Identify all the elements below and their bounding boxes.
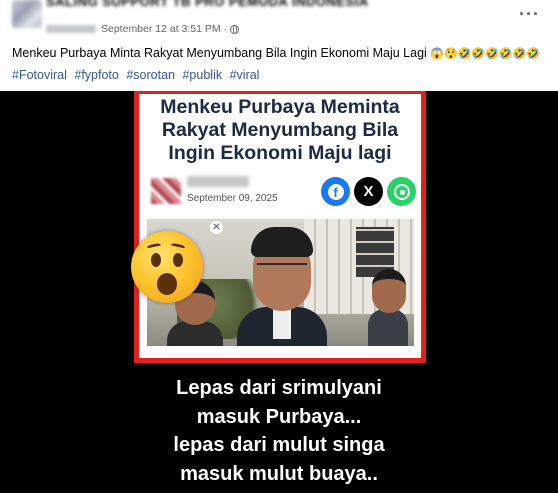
post-meta: September 12 at 3:51 PM · <box>46 23 240 35</box>
article-meta-row: September 09, 2025 f X <box>147 174 417 208</box>
hashtag-list: #Fotoviral #fypfoto #sorotan #publik #vi… <box>12 68 263 82</box>
facebook-icon: f <box>321 177 350 206</box>
article-date: September 09, 2025 <box>187 193 278 204</box>
person-main <box>237 227 327 346</box>
person-right <box>368 269 408 346</box>
more-horizontal-icon[interactable]: ··· <box>519 5 540 23</box>
post-caption: Menkeu Purbaya Minta Rakyat Menyumbang B… <box>12 46 540 60</box>
overlay-line: Lepas dari srimulyani <box>176 377 382 399</box>
redacted-segment <box>46 25 96 33</box>
hashtag-link[interactable]: #publik <box>182 68 222 82</box>
hashtag-link[interactable]: #sorotan <box>126 68 175 82</box>
post-header: SALING SUPPORT TB PRO PEMUDA INDONESIA S… <box>0 0 558 42</box>
redacted-author <box>187 176 249 187</box>
close-icon: ✕ <box>210 221 223 234</box>
page-name[interactable]: SALING SUPPORT TB PRO PEMUDA INDONESIA <box>46 0 369 9</box>
overlay-line: masuk mulut buaya.. <box>180 462 378 485</box>
overlay-line: lepas dari mulut singa <box>173 434 385 456</box>
publisher-logo <box>151 178 181 204</box>
caption-text: Menkeu Purbaya Minta Rakyat Menyumbang B… <box>12 46 427 60</box>
meta-separator: · <box>223 23 228 35</box>
post-video[interactable]: Menkeu Purbaya Meminta Rakyat Menyumbang… <box>0 91 558 493</box>
hashtag-link[interactable]: #Fotoviral <box>12 68 67 82</box>
x-icon: X <box>354 177 383 206</box>
page-avatar[interactable] <box>12 0 42 28</box>
video-overlay-text: Lepas dari srimulyani masuk Purbaya... l… <box>0 374 558 488</box>
caption-emojis: 😱😲🤣🤣🤣🤣🤣🤣 <box>430 48 540 60</box>
overlay-line: masuk Purbaya... <box>196 405 362 428</box>
globe-icon <box>230 24 240 34</box>
news-headline: Menkeu Purbaya Meminta Rakyat Menyumbang… <box>139 94 421 165</box>
headline-line: Rakyat Menyumbang Bila <box>161 119 399 141</box>
hashtag-link[interactable]: #fypfoto <box>74 68 118 82</box>
headline-line: Ingin Ekonomi Maju lagi <box>168 142 392 164</box>
astonished-face-icon <box>131 231 203 303</box>
headline-line: Menkeu Purbaya Meminta <box>160 96 400 118</box>
hashtag-link[interactable]: #viral <box>230 68 260 82</box>
post-timestamp[interactable]: September 12 at 3:51 PM <box>101 23 221 35</box>
news-screenshot-card: Menkeu Purbaya Meminta Rakyat Menyumbang… <box>134 91 426 363</box>
whatsapp-icon <box>387 177 416 206</box>
